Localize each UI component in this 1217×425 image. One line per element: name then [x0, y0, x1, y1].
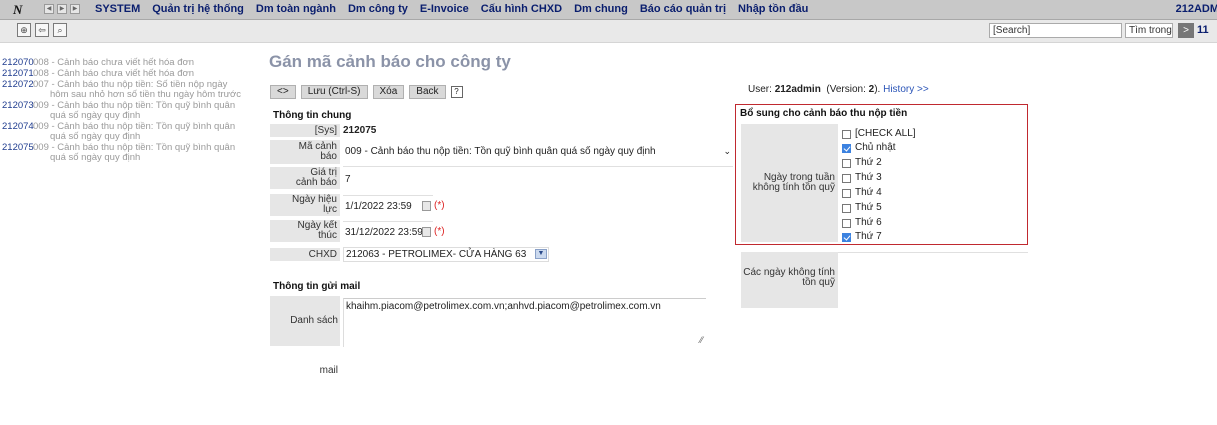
- list-item[interactable]: 212074 009 - Cảnh báo thu nộp tiền: Tồn q…: [2, 122, 264, 142]
- first-record-icon[interactable]: ◀: [44, 4, 54, 14]
- value-field[interactable]: 7: [345, 174, 351, 185]
- mail-list-label: Danh sách mail: [270, 296, 340, 376]
- checkbox[interactable]: [842, 129, 851, 139]
- checkbox-checked[interactable]: [842, 232, 851, 242]
- checkbox[interactable]: [842, 173, 851, 183]
- value-label: Giá trị cảnh báo: [270, 167, 340, 189]
- checkbox[interactable]: [842, 158, 851, 168]
- search-scope-select[interactable]: Tìm trong: [1125, 23, 1173, 38]
- code-select[interactable]: 009 - Cảnh báo thu nộp tiền: Tồn quỹ bìn…: [343, 145, 733, 160]
- action-bar: <> Lưu (Ctrl-S) Xóa Back ?: [270, 85, 463, 99]
- menu-item-opening-balance[interactable]: Nhập tồn đầu: [732, 0, 814, 19]
- checkbox[interactable]: [842, 203, 851, 213]
- search-input[interactable]: [Search]: [989, 23, 1122, 38]
- saturday-option[interactable]: Thứ 7: [842, 232, 882, 242]
- required-mark: (*): [434, 226, 445, 237]
- checkbox[interactable]: [842, 188, 851, 198]
- weekdays-label: Ngày trong tuần không tính tồn quỹ: [741, 124, 838, 242]
- sys-label: [Sys]: [270, 124, 340, 137]
- help-icon[interactable]: ?: [450, 86, 463, 98]
- menu-item-company-catalog[interactable]: Dm công ty: [342, 0, 414, 19]
- user-version-info: User: 212admin (Version: 2). History >>: [748, 84, 929, 95]
- chxd-label: CHXD: [270, 248, 340, 261]
- list-item[interactable]: 212070 008 - Cảnh báo chưa viết hết hóa đ…: [2, 58, 264, 68]
- general-section-title: Thông tin chung: [273, 110, 352, 121]
- menu-item-industry-catalog[interactable]: Dm toàn ngành: [250, 0, 342, 19]
- calendar-icon[interactable]: [422, 201, 431, 211]
- back-button[interactable]: Back: [409, 85, 446, 99]
- app-logo: N: [13, 2, 23, 17]
- calendar-icon[interactable]: [422, 227, 431, 237]
- end-date-label: Ngày kết thúc: [270, 220, 340, 242]
- list-item[interactable]: 212071 008 - Cảnh báo chưa viết hết hóa đ…: [2, 69, 264, 79]
- chevron-down-icon: ⌄: [723, 146, 731, 156]
- supplement-section-title: Bổ sung cho cảnh báo thu nộp tiền: [740, 108, 908, 119]
- delete-button[interactable]: Xóa: [372, 85, 405, 99]
- prev-record-icon[interactable]: ▶: [57, 4, 67, 14]
- sys-value: 212075: [343, 125, 377, 136]
- list-item[interactable]: 212075 009 - Cảnh báo thu nộp tiền: Tồn q…: [2, 143, 264, 163]
- thursday-option[interactable]: Thứ 5: [842, 203, 882, 213]
- history-link[interactable]: History >>: [883, 84, 929, 95]
- effective-date-input[interactable]: 1/1/2022 23:59: [345, 201, 412, 212]
- sunday-option[interactable]: Chủ nhật: [842, 143, 896, 153]
- account-name[interactable]: 212ADM: [1176, 0, 1217, 19]
- monday-option[interactable]: Thứ 2: [842, 158, 882, 168]
- next-record-icon[interactable]: ▶: [70, 4, 80, 14]
- list-item[interactable]: 212072 007 - Cảnh báo thu nộp tiền: Số ti…: [2, 80, 264, 100]
- menu-item-common-catalog[interactable]: Dm chung: [568, 0, 634, 19]
- zoom-icon[interactable]: ⌕: [53, 23, 67, 37]
- mail-section-title: Thông tin gửi mail: [273, 281, 361, 292]
- check-all-option[interactable]: [CHECK ALL]: [842, 129, 916, 139]
- end-date-input[interactable]: 31/12/2022 23:59: [345, 227, 423, 238]
- top-menu-bar: N ◀ ▶ ▶ SYSTEM Quản trị hệ thống Dm toàn…: [0, 0, 1217, 20]
- chxd-select[interactable]: 212063 - PETROLIMEX- CỬA HÀNG 63: [343, 247, 549, 262]
- excluded-days-label: Các ngày không tính tồn quỹ: [741, 252, 838, 308]
- toolbar: ⊕ ⇦ ⌕ [Search] Tìm trong > 11: [0, 20, 1217, 43]
- checkbox[interactable]: [842, 218, 851, 228]
- list-item[interactable]: 212073 009 - Cảnh báo thu nộp tiền: Tồn q…: [2, 101, 264, 121]
- menu-item-system[interactable]: SYSTEM: [89, 0, 146, 19]
- toggle-button[interactable]: <>: [270, 85, 296, 99]
- page-title: Gán mã cảnh báo cho công ty: [269, 52, 511, 71]
- menu-item-chxd-config[interactable]: Cấu hình CHXD: [475, 0, 568, 19]
- code-label: Mã cảnh báo: [270, 140, 340, 164]
- friday-option[interactable]: Thứ 6: [842, 218, 882, 228]
- wednesday-option[interactable]: Thứ 4: [842, 188, 882, 198]
- required-mark: (*): [434, 200, 445, 211]
- menu-item-system-admin[interactable]: Quản trị hệ thống: [146, 0, 250, 19]
- mail-list-textarea[interactable]: khaihm.piacom@petrolimex.com.vn;anhvd.pi…: [343, 298, 706, 347]
- page-number: 11: [1197, 24, 1209, 36]
- add-icon[interactable]: ⊕: [17, 23, 31, 37]
- chevron-down-icon[interactable]: ▼: [535, 249, 547, 259]
- save-button[interactable]: Lưu (Ctrl-S): [300, 85, 368, 99]
- tuesday-option[interactable]: Thứ 3: [842, 173, 882, 183]
- search-go-button[interactable]: >: [1178, 23, 1194, 38]
- checkbox-checked[interactable]: [842, 143, 851, 153]
- record-list: 212070 008 - Cảnh báo chưa viết hết hóa đ…: [2, 58, 264, 164]
- effective-date-label: Ngày hiệu lực: [270, 194, 340, 216]
- resize-handle-icon[interactable]: ⁄⁄: [700, 335, 703, 345]
- back-icon[interactable]: ⇦: [35, 23, 49, 37]
- menu-item-einvoice[interactable]: E-Invoice: [414, 0, 475, 19]
- menu-item-management-report[interactable]: Báo cáo quản trị: [634, 0, 732, 19]
- main-menu: SYSTEM Quản trị hệ thống Dm toàn ngành D…: [89, 0, 814, 19]
